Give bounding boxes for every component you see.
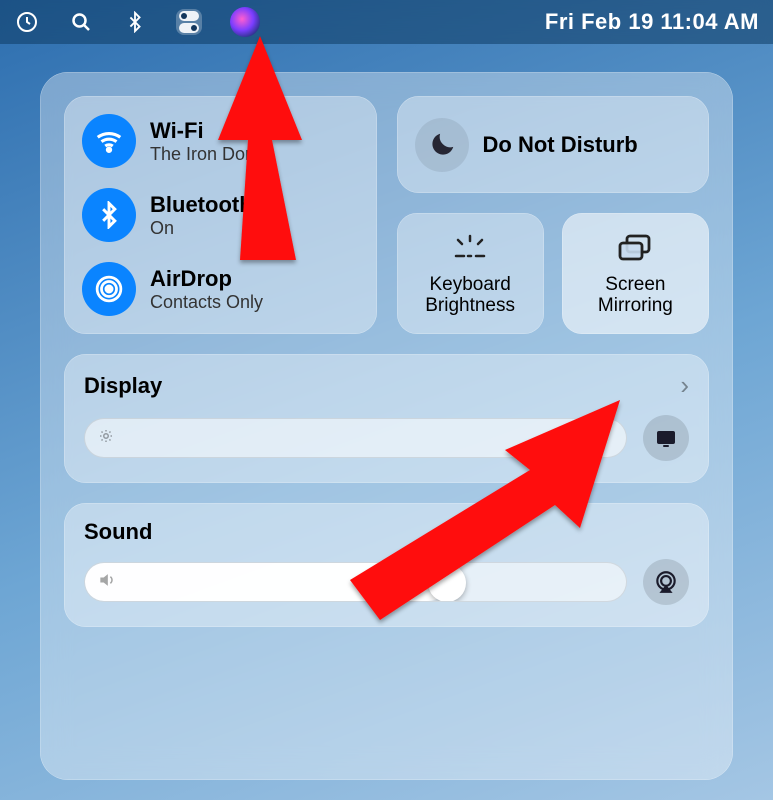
screen-mirroring-icon	[615, 231, 655, 265]
bluetooth-subtitle: On	[150, 218, 253, 239]
chevron-right-icon[interactable]: ›	[680, 370, 689, 401]
brightness-low-icon	[97, 427, 115, 450]
wifi-row[interactable]: Wi-Fi The Iron Dome	[82, 114, 359, 168]
bluetooth-icon	[82, 188, 136, 242]
sound-title: Sound	[84, 519, 152, 545]
airdrop-subtitle: Contacts Only	[150, 292, 263, 313]
display-slider[interactable]	[84, 418, 627, 458]
keyboard-brightness-tile[interactable]: Keyboard Brightness	[397, 213, 544, 334]
screen-mirroring-label: Screen Mirroring	[570, 275, 701, 317]
display-tile: Display ›	[64, 354, 709, 483]
volume-icon	[97, 570, 117, 595]
connectivity-tile: Wi-Fi The Iron Dome Bluetooth On	[64, 96, 377, 334]
screen-mirroring-tile[interactable]: Screen Mirroring	[562, 213, 709, 334]
wifi-title: Wi-Fi	[150, 118, 270, 144]
control-center-icon[interactable]	[176, 9, 202, 35]
wifi-icon	[82, 114, 136, 168]
siri-icon[interactable]	[230, 7, 260, 37]
menubar: Fri Feb 19 11:04 AM	[0, 0, 773, 44]
display-title: Display	[84, 373, 162, 399]
dnd-title: Do Not Disturb	[483, 132, 638, 157]
keyboard-brightness-label: Keyboard Brightness	[405, 275, 536, 317]
control-center-panel: Wi-Fi The Iron Dome Bluetooth On	[40, 72, 733, 780]
moon-icon	[415, 118, 469, 172]
display-device-icon[interactable]	[643, 415, 689, 461]
bluetooth-menubar-icon[interactable]	[122, 9, 148, 35]
sound-slider[interactable]	[84, 562, 627, 602]
menubar-clock[interactable]: Fri Feb 19 11:04 AM	[545, 9, 759, 35]
time-machine-icon[interactable]	[14, 9, 40, 35]
wifi-subtitle: The Iron Dome	[150, 144, 270, 165]
bluetooth-row[interactable]: Bluetooth On	[82, 188, 359, 242]
spotlight-icon[interactable]	[68, 9, 94, 35]
dnd-tile[interactable]: Do Not Disturb	[397, 96, 710, 193]
airdrop-icon	[82, 262, 136, 316]
keyboard-brightness-icon	[450, 231, 490, 265]
airdrop-title: AirDrop	[150, 266, 263, 292]
airplay-audio-icon[interactable]	[643, 559, 689, 605]
sound-tile: Sound	[64, 503, 709, 627]
airdrop-row[interactable]: AirDrop Contacts Only	[82, 262, 359, 316]
bluetooth-title: Bluetooth	[150, 192, 253, 218]
